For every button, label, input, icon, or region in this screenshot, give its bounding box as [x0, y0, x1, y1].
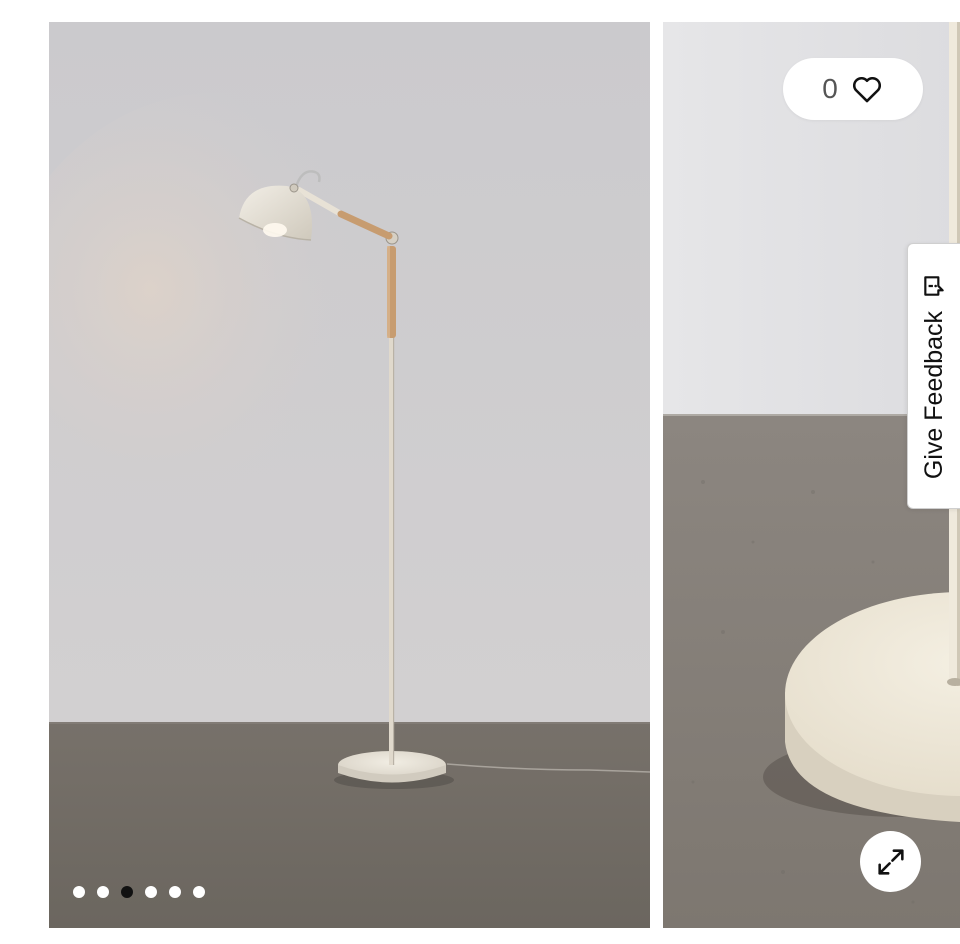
expand-image-button[interactable] — [860, 831, 921, 892]
pagination-dot-2[interactable] — [97, 886, 109, 898]
gallery-pagination-dots — [73, 886, 205, 898]
pagination-dot-3[interactable] — [121, 886, 133, 898]
feedback-icon — [924, 276, 944, 296]
heart-icon — [852, 76, 881, 103]
pagination-dot-1[interactable] — [73, 886, 85, 898]
like-count: 0 — [822, 73, 838, 104]
like-button[interactable]: 0 — [783, 58, 923, 120]
give-feedback-tab[interactable]: Give Feedback — [907, 243, 960, 509]
pagination-dot-4[interactable] — [145, 886, 157, 898]
pagination-dot-5[interactable] — [169, 886, 181, 898]
pagination-dot-6[interactable] — [193, 886, 205, 898]
expand-icon — [877, 848, 904, 875]
gallery-slide-main[interactable] — [49, 22, 650, 928]
product-gallery-page: 0 Give Feedback — [0, 0, 960, 944]
give-feedback-label: Give Feedback — [919, 310, 948, 480]
product-image-floor-lamp — [49, 22, 650, 928]
